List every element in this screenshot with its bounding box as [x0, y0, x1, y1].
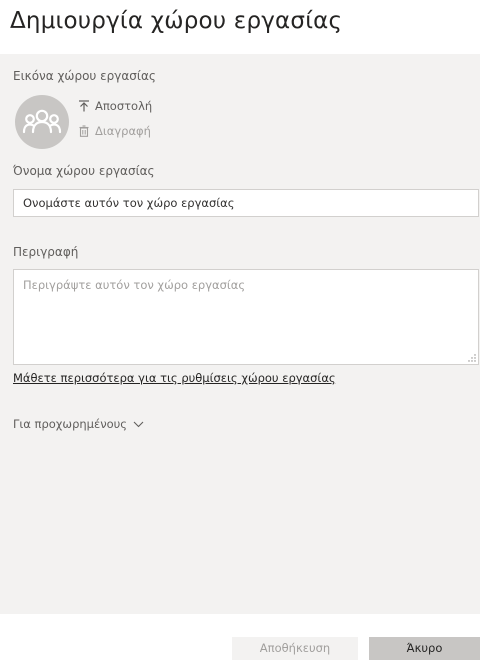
delete-label: Διαγραφή [95, 124, 151, 138]
delete-image-button[interactable]: Διαγραφή [77, 124, 151, 138]
advanced-label: Για προχωρημένους [13, 417, 128, 431]
trash-icon [77, 125, 90, 138]
learn-more-link[interactable]: Μάθετε περισσότερα για τις ρυθμίσεις χώρ… [13, 371, 336, 385]
workspace-name-input[interactable]: Ονομάστε αυτόν τον χώρο εργασίας [13, 189, 479, 217]
workspace-image-label: Εικόνα χώρου εργασίας [13, 69, 156, 83]
save-button[interactable]: Αποθήκευση [232, 637, 358, 660]
upload-image-button[interactable]: Αποστολή [77, 99, 152, 113]
description-textarea[interactable]: Περιγράψτε αυτόν τον χώρο εργασίας [13, 269, 479, 365]
cancel-button[interactable]: Άκυρο [369, 637, 480, 660]
upload-label: Αποστολή [95, 99, 153, 113]
upload-icon [77, 100, 90, 113]
dialog-title: Δημιουργία χώρου εργασίας [10, 8, 343, 34]
create-workspace-dialog: Δημιουργία χώρου εργασίας Εικόνα χώρου ε… [0, 0, 480, 660]
chevron-down-icon [133, 421, 144, 428]
description-placeholder: Περιγράψτε αυτόν τον χώρο εργασίας [23, 278, 246, 292]
resize-grip-icon[interactable] [468, 354, 476, 362]
dialog-header: Δημιουργία χώρου εργασίας [0, 0, 480, 54]
people-group-icon [22, 109, 62, 134]
workspace-avatar [15, 95, 69, 149]
workspace-name-label: Όνομα χώρου εργασίας [13, 164, 155, 178]
advanced-toggle[interactable]: Για προχωρημένους [13, 417, 144, 431]
description-label: Περιγραφή [13, 245, 79, 259]
